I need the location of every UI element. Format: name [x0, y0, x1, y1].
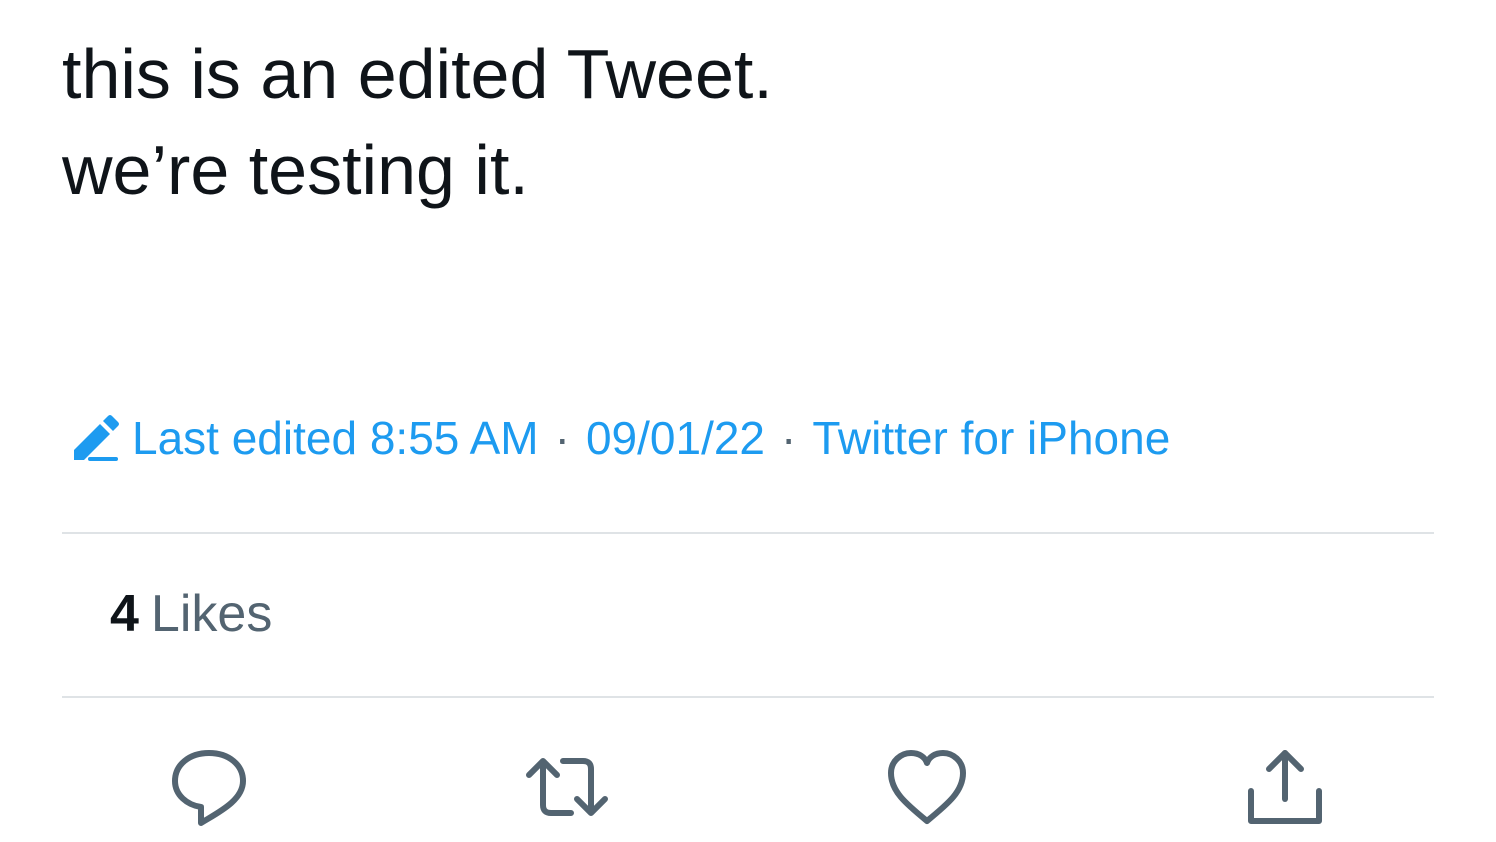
meta-separator: ·	[781, 412, 797, 464]
reply-button[interactable]	[164, 744, 254, 834]
retweet-icon	[525, 745, 609, 834]
meta-separator: ·	[554, 412, 570, 464]
divider	[62, 532, 1434, 534]
tweet-text-line-1: this is an edited Tweet.	[62, 35, 773, 113]
likes-count: 4	[110, 585, 139, 643]
like-button[interactable]	[882, 744, 972, 834]
last-edited-link[interactable]: Last edited 8:55 AM	[132, 411, 539, 465]
tweet-text: this is an edited Tweet. we’re testing i…	[62, 26, 1442, 218]
divider	[62, 696, 1434, 698]
share-button[interactable]	[1240, 744, 1330, 834]
likes-label: Likes	[150, 585, 273, 643]
tweet-actions	[0, 744, 1496, 834]
tweet-date: 09/01/22	[585, 412, 766, 464]
source-link[interactable]: Twitter for iPhone	[812, 411, 1170, 465]
heart-icon	[885, 745, 969, 834]
tweet-meta: Last edited 8:55 AM · 09/01/22 · Twitter…	[68, 408, 1170, 468]
share-icon	[1243, 745, 1327, 834]
likes-stat[interactable]: 4 Likes	[110, 584, 272, 644]
tweet-text-line-2: we’re testing it.	[62, 131, 529, 209]
retweet-button[interactable]	[522, 744, 612, 834]
reply-icon	[167, 745, 251, 834]
pencil-icon	[68, 410, 124, 466]
